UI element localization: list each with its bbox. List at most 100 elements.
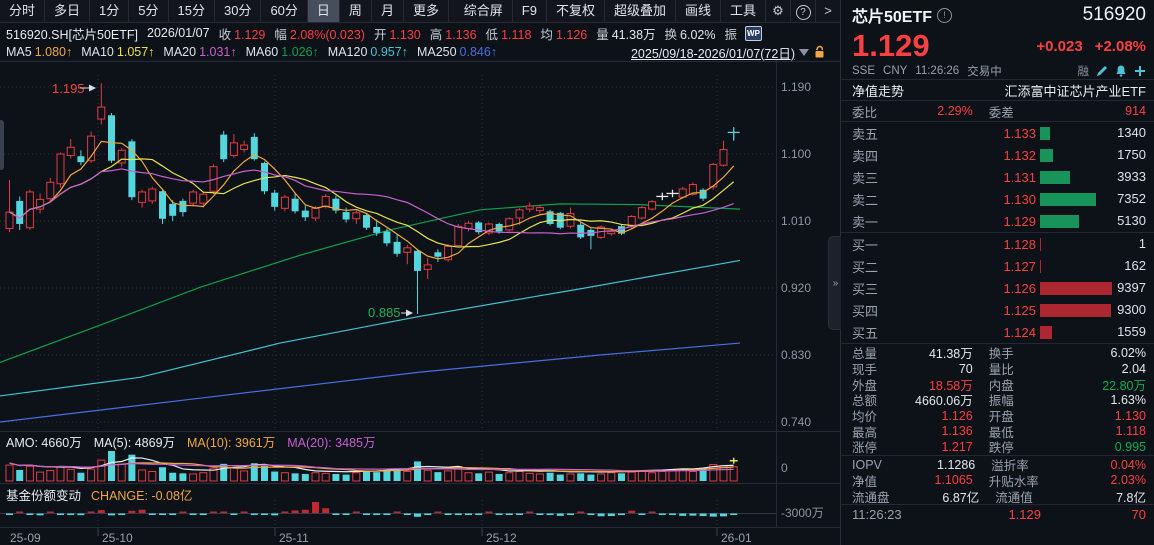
menu-item-60分[interactable]: 60分 [261,0,307,22]
menu-item-超级叠加[interactable]: 超级叠加 [605,0,676,22]
nav-row: 净值走势 汇添富中证芯片产业ETF [841,80,1154,100]
help-icon[interactable]: ? [791,0,816,22]
chevron-down-icon[interactable] [799,49,809,56]
menu-item-更多[interactable]: 更多 [404,0,449,22]
order-depth-bar [1040,238,1041,251]
pencil-icon[interactable] [1096,65,1108,77]
order-qty: 1340 [1117,126,1146,140]
order-price: 1.128 [890,237,1036,252]
panel-collapse-handle[interactable]: » [828,236,842,330]
stat-value: 1.136 [877,424,973,438]
bid-row[interactable]: 买四1.1259300 [841,299,1154,321]
fund-name-link[interactable]: 汇添富中证芯片产业ETF [1004,81,1146,100]
order-depth-bar [1040,127,1050,140]
order-bar-zone: 3933 [1040,170,1146,184]
ask-row[interactable]: 卖二1.1307352 [841,188,1154,210]
stat-value: 7.8亿 [1047,487,1146,506]
settings-gear-icon[interactable]: ⚙ [766,0,791,22]
lock-icon[interactable] [813,45,826,59]
menu-item-30分[interactable]: 30分 [215,0,261,22]
x-axis-label: 26-01 [721,531,752,545]
bid-row[interactable]: 买五1.1241559 [841,321,1154,343]
stat-value: 70 [877,362,973,376]
order-price: 1.130 [890,192,1036,207]
trading-status: 交易中 [967,63,1002,79]
menu-item-多日[interactable]: 多日 [45,0,90,22]
tick-price: 1.129 [1008,507,1041,522]
menu-item-不复权[interactable]: 不复权 [547,0,605,22]
x-axis-label: 25-10 [102,531,133,545]
order-qty: 162 [1124,259,1146,273]
candlestick-chart[interactable]: 1.1901.1001.0100.9200.8300.7401.1950.885… [0,60,841,545]
menu-item-周[interactable]: 周 [340,0,372,22]
menu-item-综合屏[interactable]: 综合屏 [455,0,513,22]
bell-icon[interactable] [1115,65,1127,77]
order-level-label: 卖三 [852,168,890,187]
stat-label: 流通盘 [852,487,890,506]
symbol-label: 516920.SH[芯片50ETF] [6,24,138,43]
price-change-group: +0.023 +2.08% [1036,38,1146,55]
order-depth-bar [1040,171,1070,184]
panel-borders [0,60,841,528]
svg-text:1.100: 1.100 [781,147,811,161]
tool-menu-group: 综合屏F9不复权超级叠加画线工具 ⚙ ? > [455,0,840,22]
wp-badge-icon[interactable]: WP [745,26,762,41]
ask-row[interactable]: 卖三1.1313933 [841,166,1154,188]
ma-value: 0.846↑ [460,45,498,59]
bid-row[interactable]: 买三1.1269397 [841,277,1154,299]
field-value: 1.129 [234,28,265,42]
order-price: 1.132 [890,148,1036,163]
order-bar-zone: 162 [1040,259,1146,273]
annotation-layer: 1.1950.885 [52,81,413,320]
ask-row[interactable]: 卖一1.1295130 [841,210,1154,232]
ma10-line [10,159,734,247]
ma-label: MA120 [328,45,368,59]
ask-row[interactable]: 卖五1.1331340 [841,122,1154,144]
margin-flag: 融 [1078,63,1090,79]
menu-item-工具[interactable]: 工具 [721,0,766,22]
quote-field-均: 均1.126 [540,24,587,43]
svg-text:0.830: 0.830 [781,348,811,362]
x-axis-label: 25-09 [10,531,41,545]
amo-label: AMO: 4660万 [6,432,82,451]
chart-pane: 分时多日1分5分15分30分60分日周月更多 综合屏F9不复权超级叠加画线工具 … [0,0,841,545]
x-axis-label: 25-11 [279,531,309,545]
bid-row[interactable]: 买一1.1281 [841,233,1154,255]
ask-row[interactable]: 卖四1.1321750 [841,144,1154,166]
stat-value: 0.995 [1041,440,1146,454]
field-label: 量 [596,28,609,42]
menu-item-画线[interactable]: 画线 [676,0,721,22]
order-level-label: 卖二 [852,190,890,209]
stat-value: 1.1286 [882,458,975,472]
menu-item-F9[interactable]: F9 [513,0,547,22]
left-edge-tab[interactable] [0,120,4,170]
quote-field-振: 振 [724,24,740,43]
quote-field-高: 高1.136 [430,24,477,43]
order-price: 1.126 [890,281,1036,296]
ma-overlay [0,260,740,395]
ma-item-MA5: MA51.080↑ [6,45,72,59]
field-value: 1.126 [556,28,587,42]
menu-item-15分[interactable]: 15分 [169,0,215,22]
order-level-label: 卖四 [852,146,890,165]
menu-item-5分[interactable]: 5分 [129,0,168,22]
order-depth-bar [1040,149,1053,162]
field-label: 收 [219,28,232,42]
nav-tab[interactable]: 净值走势 [852,81,904,100]
ma-value: 1.057↑ [117,45,155,59]
menu-item-日[interactable]: 日 [308,0,340,22]
menu-item-1分[interactable]: 1分 [90,0,129,22]
candlestick-layer [6,83,740,314]
menu-item-分时[interactable]: 分时 [0,0,45,22]
order-depth-bar [1040,326,1052,339]
date-range-label[interactable]: 2025/09/18-2026/01/07(72日) [631,43,795,62]
bid-row[interactable]: 买二1.127162 [841,255,1154,277]
svg-text:0.920: 0.920 [781,281,811,295]
chevron-right-icon[interactable]: > [816,0,840,22]
order-bar-zone: 5130 [1040,214,1146,228]
menu-item-月[interactable]: 月 [372,0,404,22]
date-range-group[interactable]: 2025/09/18-2026/01/07(72日) [631,43,826,62]
info-icon[interactable]: ! [937,8,952,23]
ma-overlay [0,343,740,422]
plus-icon[interactable] [1134,65,1146,77]
